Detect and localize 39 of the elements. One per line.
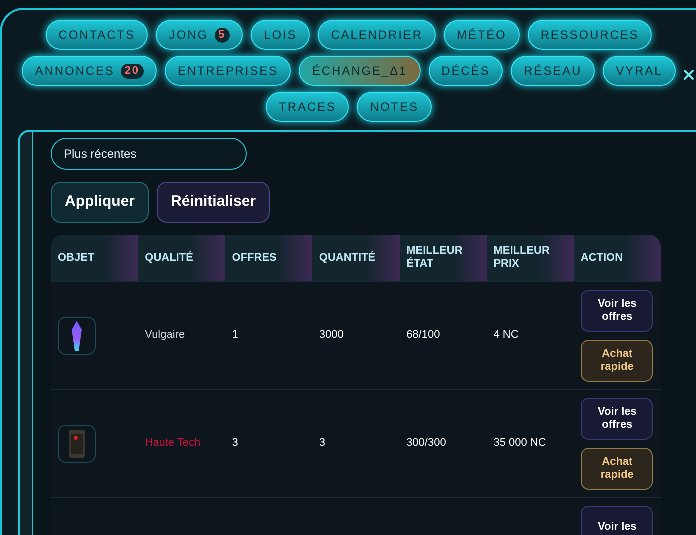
armor-icon — [67, 428, 87, 460]
nav-tab[interactable]: DÉCÈS — [428, 56, 504, 86]
quick-buy-button[interactable]: Achat rapide — [581, 340, 654, 382]
nav-tab[interactable]: ANNONCES 20 — [22, 56, 157, 86]
view-offers-button[interactable]: Voir les offres — [581, 290, 654, 332]
nav-tab[interactable]: CALENDRIER — [318, 20, 436, 50]
quality-text: Haute Tech — [145, 436, 201, 452]
nav-tab[interactable]: RÉSEAU — [511, 56, 596, 86]
table-cell-text: 3000 — [319, 328, 344, 344]
quality-text: Vulgaire — [145, 328, 186, 344]
count-label: 20 — [120, 64, 144, 78]
nav-tab[interactable]: CONTACTS — [46, 20, 148, 50]
count-label: 5 — [214, 28, 230, 42]
table-cell-text: 3 — [319, 436, 326, 452]
view-offers-button[interactable]: Voir les offres — [581, 398, 654, 440]
sort-field[interactable]: Plus récentes — [51, 138, 247, 170]
nav-tab[interactable]: NOTES — [357, 92, 432, 122]
apply-button[interactable]: Appliquer — [51, 182, 149, 223]
crystal-icon — [72, 320, 82, 350]
nav-tab[interactable]: MÉTÉO — [444, 20, 520, 50]
reset-button[interactable]: Réinitialiser — [157, 182, 270, 223]
nav-tab[interactable]: JONG 5 — [156, 20, 244, 50]
table-cell-text: 68/100 — [406, 328, 440, 344]
table-cell-text: 300/300 — [406, 436, 446, 452]
column-header: OBJET — [51, 235, 138, 281]
nav-tab[interactable]: VYRAL — [603, 56, 676, 86]
nav-tab[interactable]: ÉCHANGE_Δ1 — [299, 56, 421, 86]
column-header: MEILLEUR PRIX — [486, 235, 574, 281]
table-cell-text: 35 000 NC — [494, 436, 546, 452]
view-offers-button[interactable]: Voir les — [581, 506, 654, 535]
nav-tab[interactable]: TRACES — [266, 92, 350, 122]
nav-tab[interactable]: RESSOURCES — [528, 20, 652, 50]
quick-buy-button[interactable]: Achat rapide — [581, 448, 654, 490]
table-cell-text: 1 — [232, 328, 238, 344]
nav-tab[interactable]: LOIS — [251, 20, 310, 50]
table-cell-text: 3 — [232, 436, 238, 452]
column-header: MEILLEUR ÉTAT — [400, 235, 487, 281]
table-cell-text: 4 NC — [494, 328, 519, 344]
nav-tab[interactable]: ENTREPRISES — [164, 56, 292, 86]
